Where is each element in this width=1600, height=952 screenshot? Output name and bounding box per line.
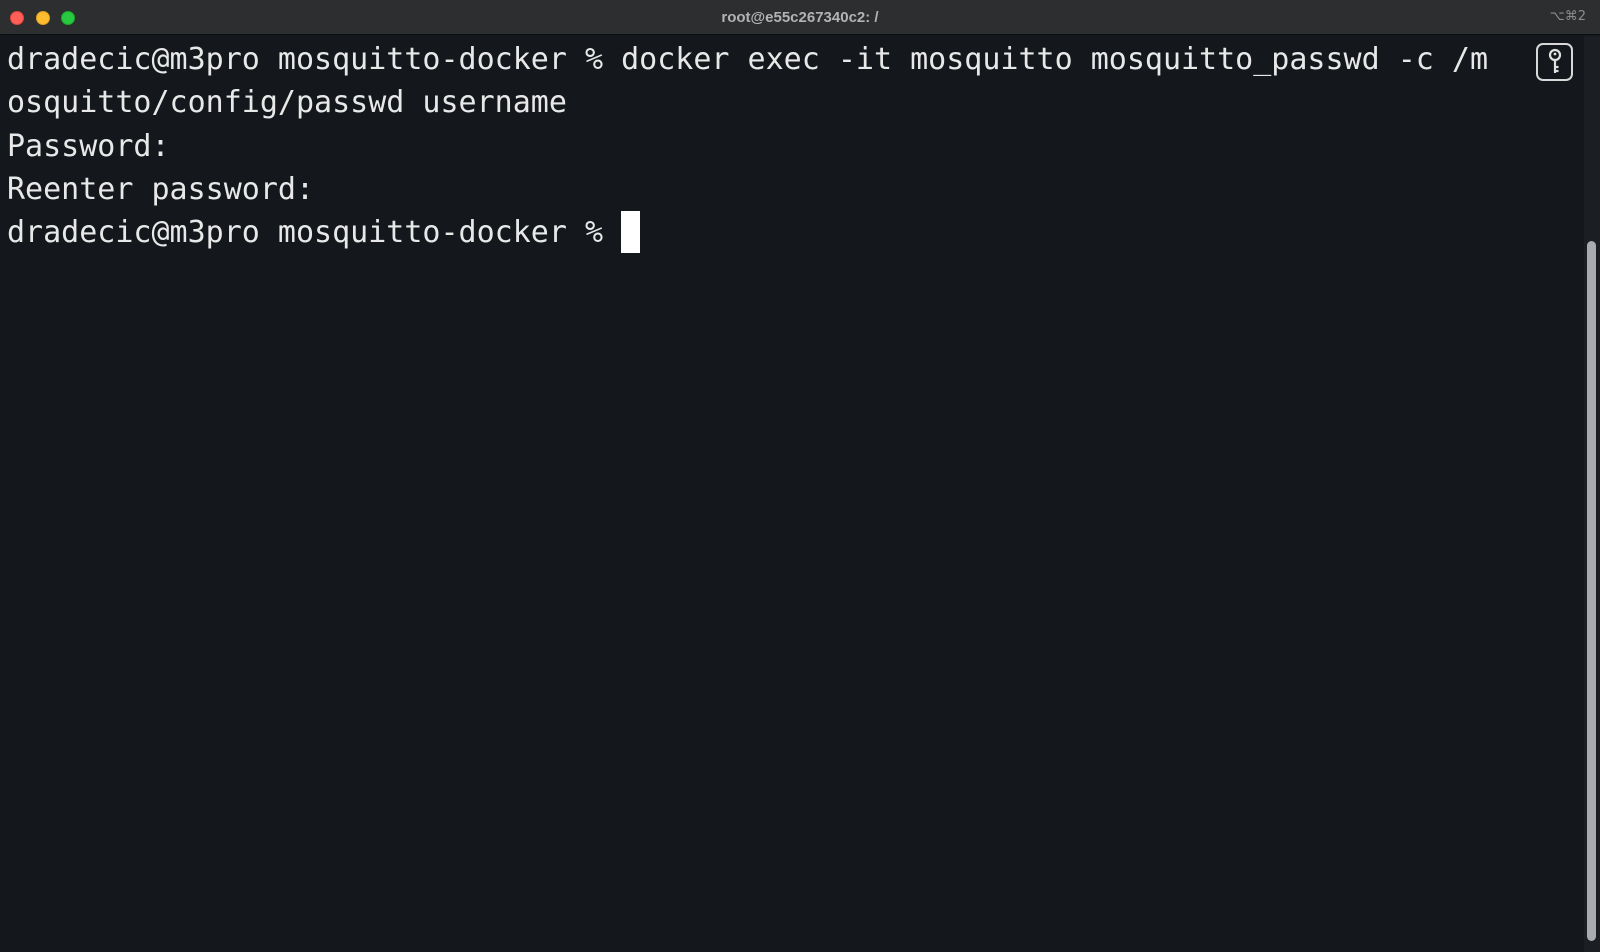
terminal-line: Password: (7, 128, 170, 164)
text-cursor (621, 211, 641, 254)
terminal-line: Reenter password: (7, 171, 315, 207)
scrollbar-thumb[interactable] (1587, 241, 1596, 941)
key-icon[interactable] (1536, 43, 1573, 81)
title-bar[interactable]: root@e55c267340c2: / ⌥⌘2 (0, 0, 1600, 35)
prompt-text: dradecic@m3pro mosquitto-docker % (7, 215, 604, 251)
terminal-line: osquitto/config/passwd username (7, 85, 567, 121)
terminal-window: root@e55c267340c2: / ⌥⌘2 dradecic@m3pro … (0, 0, 1600, 952)
vertical-scrollbar[interactable] (1584, 36, 1600, 952)
terminal-line: dradecic@m3pro mosquitto-docker % docker… (7, 42, 1489, 77)
prompt-line[interactable]: dradecic@m3pro mosquitto-docker % (7, 211, 1527, 254)
window-title: root@e55c267340c2: / (721, 9, 879, 26)
window-shortcut: ⌥⌘2 (1549, 9, 1586, 24)
terminal-output[interactable]: dradecic@m3pro mosquitto-docker % docker… (7, 38, 1527, 254)
